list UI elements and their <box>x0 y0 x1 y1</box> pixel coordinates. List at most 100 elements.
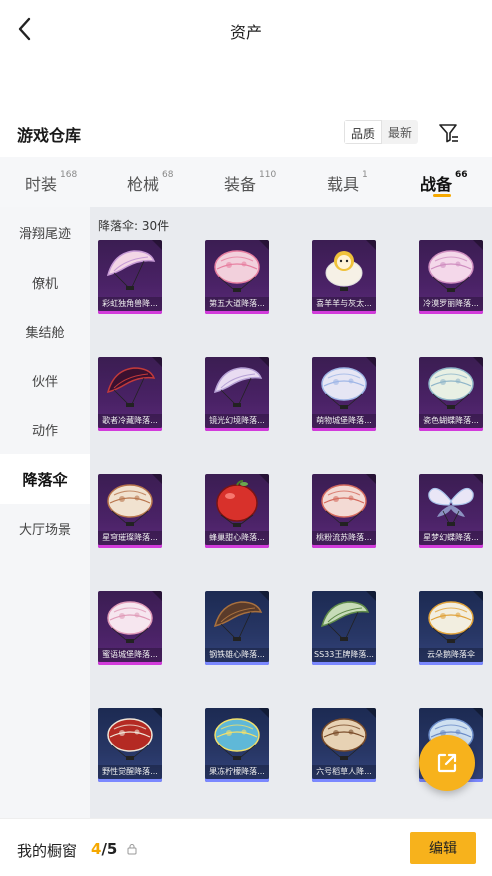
share-button[interactable] <box>419 735 475 791</box>
parachute-card[interactable]: 冷漠罗丽降落... <box>419 240 483 314</box>
tab-label: 枪械 <box>127 175 160 194</box>
tab-count: 1 <box>362 170 368 180</box>
tab-label: 战备 <box>420 175 453 194</box>
edit-button[interactable]: 编辑 <box>410 832 476 864</box>
parachute-image <box>321 367 367 409</box>
sidebar-item-emote[interactable]: 动作 <box>0 404 90 454</box>
parachute-card[interactable]: 星穹璀璨降落... <box>98 474 162 548</box>
parachute-card[interactable]: 六号稻草人降... <box>312 708 376 782</box>
sidebar-item-parachute[interactable]: 降落伞 <box>0 454 90 504</box>
parachute-image <box>213 601 263 641</box>
parachute-name: 彩虹独角兽降... <box>98 297 162 311</box>
parachute-name: 萌物城堡降落... <box>312 414 376 428</box>
parachute-image <box>107 601 153 643</box>
tab-label: 时装 <box>25 175 58 194</box>
category-tabs: 时装 168 枪械 68 装备 110 载具 1 战备 66 <box>0 157 492 207</box>
parachute-image <box>428 487 474 526</box>
filter-icon <box>439 124 458 143</box>
parachute-card[interactable]: 第五大道降落... <box>205 240 269 314</box>
showcase-label: 我的橱窗 <box>17 842 78 860</box>
parachute-name: 喜羊羊与灰太... <box>312 297 376 311</box>
tab-label: 载具 <box>327 175 360 194</box>
parachute-image <box>320 601 370 641</box>
parachute-name: 蜂巢甜心降落... <box>205 531 269 545</box>
sidebar-item-wingman[interactable]: 僚机 <box>0 257 90 307</box>
parachute-name: 冷漠罗丽降落... <box>419 297 483 311</box>
parachute-name: 歌者冷藏降落... <box>98 414 162 428</box>
warehouse-header: 游戏仓库 品质 最新 <box>0 116 492 150</box>
top-nav-bar: 资产 <box>0 0 492 58</box>
tab-equipment[interactable]: 装备 110 <box>224 157 276 207</box>
tab-count: 68 <box>162 170 174 180</box>
tab-vehicles[interactable]: 载具 1 <box>327 157 368 207</box>
showcase-count: 4/5 <box>91 840 117 858</box>
parachute-card[interactable]: 野性觉醒降落... <box>98 708 162 782</box>
parachute-card[interactable]: 云朵鹅降落伞 <box>419 591 483 665</box>
tab-battle-gear[interactable]: 战备 66 <box>420 157 468 207</box>
page-title: 资产 <box>229 23 262 42</box>
tab-count: 66 <box>455 170 468 180</box>
parachute-image <box>107 484 153 526</box>
parachute-image <box>321 484 367 526</box>
tab-weapons[interactable]: 枪械 68 <box>127 157 173 207</box>
parachute-name: 桃粉流苏降落... <box>312 531 376 545</box>
parachute-name: 野性觉醒降落... <box>98 765 162 779</box>
parachute-name: 星梦幻蝶降落... <box>419 531 483 545</box>
parachute-card[interactable]: 镜光幻境降落... <box>205 357 269 431</box>
parachute-card[interactable]: 彩虹独角兽降... <box>98 240 162 314</box>
tab-count: 168 <box>60 170 78 180</box>
parachute-image <box>214 250 260 292</box>
sort-toggle: 品质 最新 <box>344 120 419 144</box>
parachute-card[interactable]: 钢铁雄心降落... <box>205 591 269 665</box>
parachute-card[interactable]: 桃粉流苏降落... <box>312 474 376 548</box>
active-tab-indicator <box>433 194 451 197</box>
parachute-card[interactable]: 歌者冷藏降落... <box>98 357 162 431</box>
sidebar-item-lobby-scene[interactable]: 大厅场景 <box>0 503 90 553</box>
parachute-card[interactable]: 喜羊羊与灰太... <box>312 240 376 314</box>
tab-count: 110 <box>259 170 277 180</box>
tab-label: 装备 <box>224 175 257 194</box>
filter-button[interactable] <box>436 120 462 146</box>
parachute-name: 瓷色蝴蝶降落... <box>419 414 483 428</box>
parachute-image <box>214 718 260 760</box>
sort-option-latest[interactable]: 最新 <box>382 120 418 144</box>
parachute-image <box>213 367 263 407</box>
parachute-name: 果冻柠檬降落... <box>205 765 269 779</box>
parachute-card[interactable]: 瓷色蝴蝶降落... <box>419 357 483 431</box>
item-count-label: 降落伞: 30件 <box>98 219 170 233</box>
sort-option-quality[interactable]: 品质 <box>344 120 383 144</box>
parachute-image <box>106 367 156 407</box>
parachute-card[interactable]: 星梦幻蝶降落... <box>419 474 483 548</box>
external-link-icon <box>437 753 457 773</box>
parachute-name: 云朵鹅降落伞 <box>419 648 483 662</box>
parachute-name: 第五大道降落... <box>205 297 269 311</box>
parachute-name: 钢铁雄心降落... <box>205 648 269 662</box>
parachute-card[interactable]: 果冻柠檬降落... <box>205 708 269 782</box>
showcase-current: 4 <box>91 840 102 858</box>
parachute-image <box>428 250 474 292</box>
showcase-total: 5 <box>106 840 118 858</box>
parachute-image <box>107 718 153 760</box>
parachute-image <box>106 250 156 290</box>
parachute-image <box>428 367 474 409</box>
parachute-name: 六号稻草人降... <box>312 765 376 779</box>
sidebar-item-glide-trail[interactable]: 滑翔尾迹 <box>0 207 90 257</box>
lock-icon <box>127 844 137 855</box>
parachute-name: 蜜语城堡降落... <box>98 648 162 662</box>
parachute-image <box>325 251 363 291</box>
parachute-card[interactable]: 蜜语城堡降落... <box>98 591 162 665</box>
parachute-image <box>428 601 474 643</box>
parachute-card[interactable]: 蜂巢甜心降落... <box>205 474 269 548</box>
parachute-card[interactable]: SS33王牌降落... <box>312 591 376 665</box>
parachute-name: 镜光幻境降落... <box>205 414 269 428</box>
parachute-image <box>216 480 258 527</box>
parachute-card[interactable]: 萌物城堡降落... <box>312 357 376 431</box>
sidebar-item-companion[interactable]: 伙伴 <box>0 355 90 405</box>
parachute-name: SS33王牌降落... <box>312 648 376 662</box>
subcategory-sidebar: 滑翔尾迹 僚机 集结舱 伙伴 动作 降落伞 大厅场景 <box>0 207 90 818</box>
sidebar-item-pod[interactable]: 集结舱 <box>0 306 90 356</box>
section-title: 游戏仓库 <box>17 126 82 145</box>
parachute-image <box>321 718 367 760</box>
tab-fashion[interactable]: 时装 168 <box>25 157 77 207</box>
parachute-name: 星穹璀璨降落... <box>98 531 162 545</box>
